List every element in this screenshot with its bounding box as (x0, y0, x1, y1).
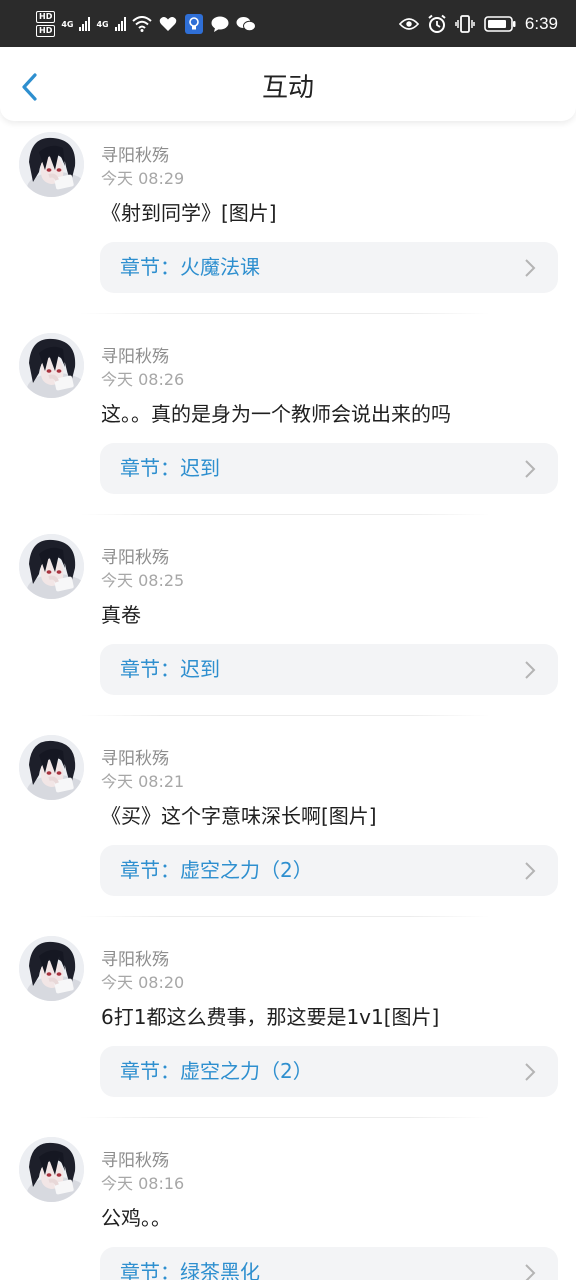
comment-time: 今天 08:20 (101, 973, 185, 992)
comment-username: 寻阳秋殇 (101, 548, 169, 568)
divider (80, 514, 490, 515)
comment-content[interactable]: 公鸡。。 (101, 1205, 171, 1231)
comment-item: 寻阳秋殇 今天 08:20 6打1都这么费事，那这要是1v1[图片] 章节：虚空… (0, 925, 576, 1126)
hd-badge-2: HD (36, 25, 56, 37)
chapter-link[interactable]: 章节：绿茶黑化 (100, 1247, 558, 1280)
chevron-right-icon (525, 1264, 536, 1280)
avatar[interactable] (19, 132, 84, 197)
status-bar-left: HD HD 4G 4G (36, 9, 256, 39)
alarm-icon (427, 14, 447, 34)
eye-icon (398, 14, 419, 34)
comment-item: 寻阳秋殇 今天 08:25 真卷 章节：迟到 (0, 523, 576, 724)
comment-item: 寻阳秋殇 今天 08:26 这。。真的是身为一个教师会说出来的吗 章节：迟到 (0, 322, 576, 523)
hd-badge-1: HD (36, 11, 56, 23)
wechat-icon (236, 14, 256, 34)
comment-username: 寻阳秋殇 (101, 749, 169, 769)
avatar[interactable] (19, 936, 84, 1001)
chapter-label: 章节：虚空之力（2） (120, 1059, 313, 1083)
vibrate-icon (455, 14, 475, 34)
chapter-label: 章节：迟到 (120, 657, 220, 681)
comment-time: 今天 08:21 (101, 772, 185, 791)
comment-feed[interactable]: 寻阳秋殇 今天 08:29 《射到同学》[图片] 章节：火魔法课 寻阳秋殇 今天… (0, 121, 576, 1280)
chapter-link[interactable]: 章节：迟到 (100, 443, 558, 494)
avatar[interactable] (19, 534, 84, 599)
status-time: 6:39 (524, 14, 558, 33)
chapter-link[interactable]: 章节：虚空之力（2） (100, 845, 558, 896)
chevron-right-icon (525, 1063, 536, 1081)
network-type-2: 4G (96, 19, 109, 29)
comment-time: 今天 08:29 (101, 169, 185, 188)
chapter-link[interactable]: 章节：虚空之力（2） (100, 1046, 558, 1097)
comment-content[interactable]: 6打1都这么费事，那这要是1v1[图片] (101, 1004, 439, 1030)
comment-username: 寻阳秋殇 (101, 146, 169, 166)
divider (80, 715, 490, 716)
lightbulb-app-icon (184, 14, 204, 34)
comment-item: 寻阳秋殇 今天 08:29 《射到同学》[图片] 章节：火魔法课 (0, 121, 576, 322)
comment-content[interactable]: 真卷 (101, 602, 141, 628)
comment-item: 寻阳秋殇 今天 08:16 公鸡。。 章节：绿茶黑化 (0, 1126, 576, 1280)
chapter-label: 章节：绿茶黑化 (120, 1260, 260, 1280)
page-title: 互动 (261, 73, 314, 103)
avatar[interactable] (19, 333, 84, 398)
chapter-link[interactable]: 章节：迟到 (100, 644, 558, 695)
divider (80, 313, 490, 314)
status-bar: HD HD 4G 4G 6:39 (0, 0, 576, 47)
chevron-right-icon (525, 259, 536, 277)
comment-username: 寻阳秋殇 (101, 347, 169, 367)
page-header: 互动 (0, 47, 576, 121)
chevron-right-icon (525, 862, 536, 880)
comment-time: 今天 08:16 (101, 1174, 185, 1193)
avatar[interactable] (19, 1137, 84, 1202)
heart-icon (158, 14, 178, 34)
comment-content[interactable]: 《射到同学》[图片] (101, 200, 277, 226)
wifi-icon (131, 14, 152, 34)
comment-time: 今天 08:25 (101, 571, 185, 590)
divider (80, 1117, 490, 1118)
signal-icon-2 (114, 17, 126, 31)
chevron-right-icon (525, 661, 536, 679)
comment-content[interactable]: 《买》这个字意味深长啊[图片] (101, 803, 377, 829)
battery-icon (483, 14, 517, 34)
chapter-label: 章节：火魔法课 (120, 255, 260, 279)
comment-item: 寻阳秋殇 今天 08:21 《买》这个字意味深长啊[图片] 章节：虚空之力（2） (0, 724, 576, 925)
avatar[interactable] (19, 735, 84, 800)
status-bar-right: 6:39 (398, 9, 558, 39)
comment-content[interactable]: 这。。真的是身为一个教师会说出来的吗 (101, 401, 451, 427)
chapter-label: 章节：迟到 (120, 456, 220, 480)
comment-username: 寻阳秋殇 (101, 1151, 169, 1171)
comment-time: 今天 08:26 (101, 370, 185, 389)
comment-username: 寻阳秋殇 (101, 950, 169, 970)
chevron-right-icon (525, 460, 536, 478)
chapter-label: 章节：虚空之力（2） (120, 858, 313, 882)
signal-icon-1 (79, 17, 91, 31)
chapter-link[interactable]: 章节：火魔法课 (100, 242, 558, 293)
hd-badges: HD HD (36, 11, 56, 37)
divider (80, 916, 490, 917)
message-bubble-icon (210, 14, 230, 34)
network-type-1: 4G (61, 19, 74, 29)
